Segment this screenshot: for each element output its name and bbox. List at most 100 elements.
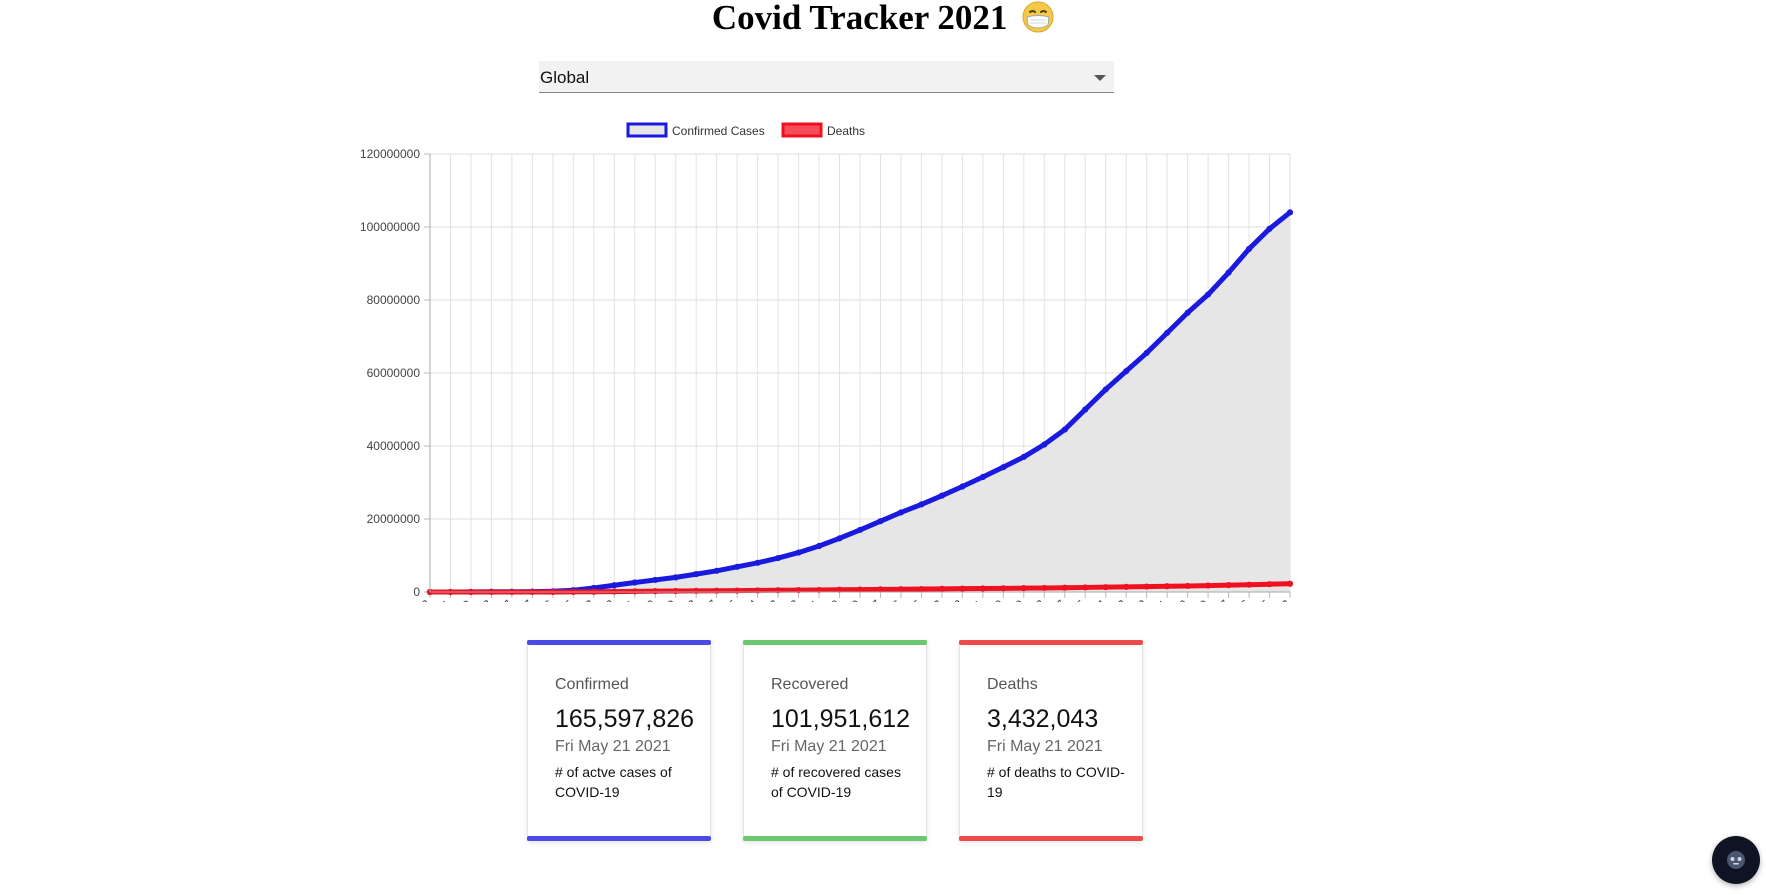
deaths-point xyxy=(652,588,659,595)
recovered-card: Recovered 101,951,612 Fri May 21 2021 # … xyxy=(743,640,927,841)
deaths-card-description: # of deaths to COVID-19 xyxy=(987,764,1125,800)
confirmed-cases-point xyxy=(631,579,638,586)
deaths-legend-swatch xyxy=(781,122,823,138)
confirmed-cases-point xyxy=(1082,406,1089,413)
y-tick-label: 0 xyxy=(413,585,420,599)
confirmed-cases-point xyxy=(1286,209,1294,216)
deaths-point xyxy=(959,585,966,592)
deaths-point xyxy=(1041,584,1048,592)
confirmed-cases-point xyxy=(754,559,761,566)
confirmed-cases-point xyxy=(836,535,843,542)
confirmed-cases-point xyxy=(1245,245,1253,253)
confirmed-cases-point xyxy=(815,542,823,550)
deaths-point xyxy=(1164,583,1171,590)
confirmed-cases-point xyxy=(774,554,782,562)
deaths-point xyxy=(693,587,700,594)
deaths-card-top-bar xyxy=(959,640,1143,645)
confirmed-cases-point xyxy=(672,574,679,581)
deaths-card: Deaths 3,432,043 Fri May 21 2021 # of de… xyxy=(959,640,1143,841)
deaths-legend-label: Deaths xyxy=(827,124,865,138)
confirmed-cases-point xyxy=(1000,464,1007,471)
confirmed-cases-point xyxy=(1102,386,1109,393)
confirmed-cases-point xyxy=(1041,441,1048,448)
confirmed-card-description: # of actve cases of COVID-19 xyxy=(555,764,672,800)
y-tick-label: 120000000 xyxy=(360,147,420,161)
confirmed-cases-point xyxy=(897,509,905,516)
confirmed-cases-point xyxy=(1266,225,1273,232)
confirmed-cases-legend-label: Confirmed Cases xyxy=(672,124,765,138)
chat-bot-icon xyxy=(1727,851,1745,869)
deaths-point xyxy=(877,586,884,593)
confirmed-card: Confirmed 165,597,826 Fri May 21 2021 # … xyxy=(527,640,711,841)
confirmed-cases-point xyxy=(795,549,802,556)
confirmed-cases-legend-swatch xyxy=(626,122,668,138)
deaths-point xyxy=(672,587,679,595)
confirmed-cases-point xyxy=(693,571,700,578)
confirmed-card-top-bar xyxy=(527,640,711,645)
confirmed-cases-point xyxy=(734,563,741,570)
deaths-point xyxy=(1204,582,1212,589)
deaths-point xyxy=(856,586,864,593)
y-tick-label: 100000000 xyxy=(360,220,420,234)
deaths-point xyxy=(1245,581,1253,588)
covid-line-chart: 0 20000000 40000000 60000000 80000000 1000000… xyxy=(360,122,1294,602)
recovered-card-top-bar xyxy=(743,640,927,645)
dropdown-caret-icon xyxy=(1094,75,1106,81)
deaths-point xyxy=(1020,585,1027,592)
deaths-point xyxy=(631,588,638,595)
deaths-point xyxy=(1061,584,1068,591)
y-tick-label: 20000000 xyxy=(367,512,421,526)
confirmed-cases-point xyxy=(652,576,659,584)
confirmed-card-bottom-bar xyxy=(527,836,711,841)
deaths-point xyxy=(1123,583,1130,590)
recovered-card-date: Fri May 21 2021 xyxy=(771,738,887,755)
confirmed-cases-point xyxy=(918,501,925,508)
deaths-point xyxy=(1143,583,1150,590)
deaths-point xyxy=(938,585,946,592)
deaths-card-value: 3,432,043 xyxy=(987,705,1099,733)
confirmed-cases-point xyxy=(611,582,618,589)
page-title-text: Covid Tracker 2021 xyxy=(711,0,1008,37)
deaths-point xyxy=(1225,582,1232,589)
deaths-point xyxy=(713,587,720,594)
y-tick-label: 40000000 xyxy=(367,439,421,453)
confirmed-cases-point xyxy=(959,483,966,490)
country-select[interactable]: Global xyxy=(539,61,1114,93)
deaths-point xyxy=(1000,585,1007,592)
confirmed-card-value: 165,597,826 xyxy=(555,705,695,733)
deaths-card-label: Deaths xyxy=(987,676,1038,693)
deaths-point xyxy=(1184,582,1191,590)
face-with-medical-mask-icon xyxy=(1022,1,1054,40)
confirmed-cases-point xyxy=(1184,309,1191,316)
confirmed-cases-point xyxy=(1225,269,1232,276)
confirmed-cases-point xyxy=(1204,291,1212,298)
page-title: Covid Tracker 2021 xyxy=(0,0,1766,40)
y-tick-label: 60000000 xyxy=(367,366,421,380)
confirmed-cases-point xyxy=(1123,368,1130,375)
chat-bot-button[interactable] xyxy=(1712,836,1760,884)
confirmed-cases-point xyxy=(938,492,946,499)
deaths-card-bottom-bar xyxy=(959,836,1143,841)
deaths-point xyxy=(979,585,986,592)
recovered-card-bottom-bar xyxy=(743,836,927,841)
confirmed-cases-point xyxy=(877,518,884,525)
confirmed-cases-point xyxy=(979,473,986,481)
deaths-point xyxy=(918,585,925,593)
recovered-card-description: # of recovered cases of COVID-19 xyxy=(771,764,901,800)
confirmed-card-date: Fri May 21 2021 xyxy=(555,738,671,755)
recovered-card-value: 101,951,612 xyxy=(771,705,911,733)
recovered-card-label: Recovered xyxy=(771,676,849,693)
deaths-point xyxy=(897,586,905,593)
confirmed-card-label: Confirmed xyxy=(555,676,629,693)
confirmed-cases-point xyxy=(1164,329,1171,336)
confirmed-cases-point xyxy=(713,567,720,574)
confirmed-cases-point xyxy=(1061,426,1068,433)
deaths-point xyxy=(1102,584,1109,591)
deaths-point xyxy=(1082,584,1089,591)
country-select-value: Global xyxy=(540,68,590,87)
confirmed-cases-point xyxy=(856,526,864,534)
confirmed-cases-point xyxy=(1143,349,1150,357)
deaths-card-date: Fri May 21 2021 xyxy=(987,738,1103,755)
x-tick-label: 2020-01-22 xyxy=(380,597,434,602)
confirmed-cases-point xyxy=(1020,453,1027,461)
